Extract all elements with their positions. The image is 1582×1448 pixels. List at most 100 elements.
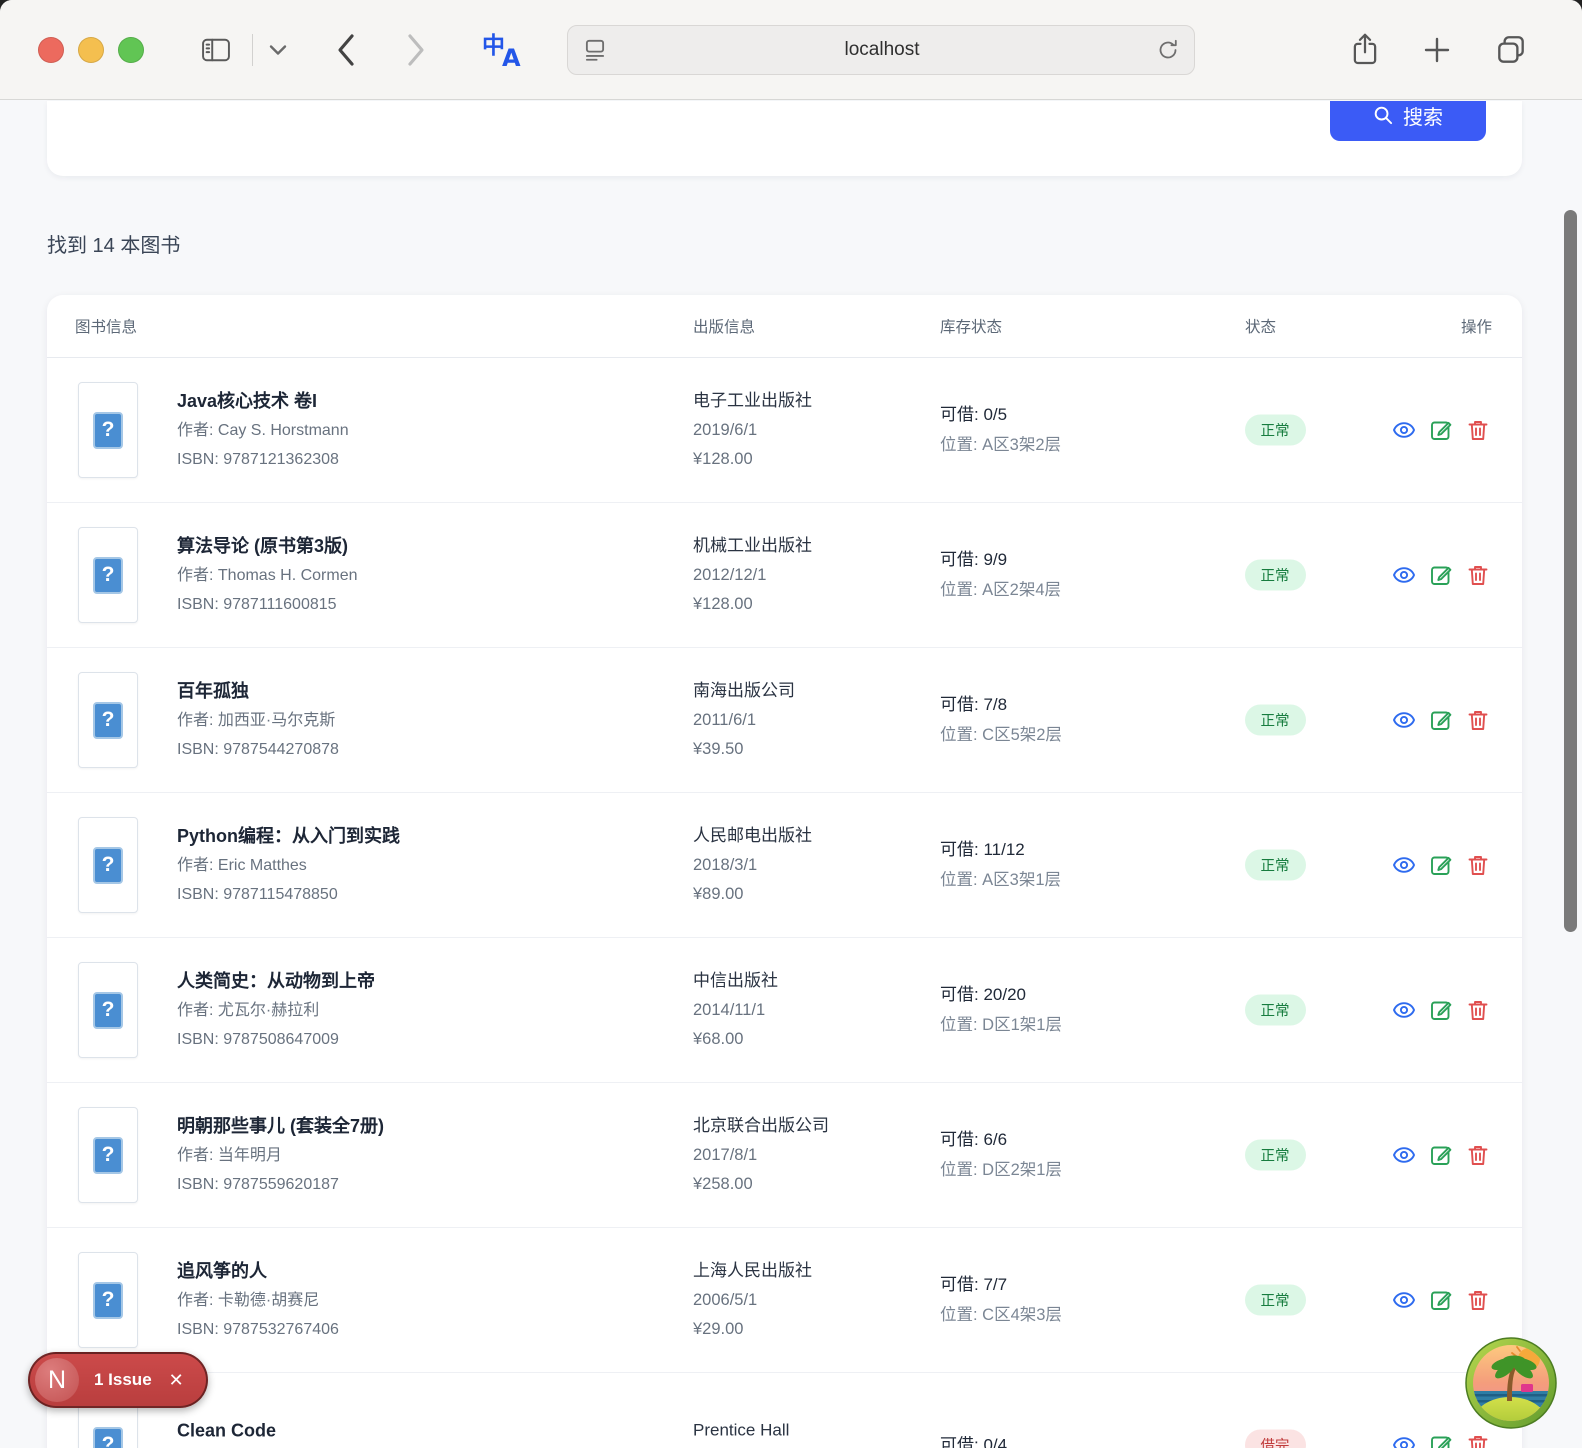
table-row: ? 算法导论 (原书第3版) 作者: Thomas H. Cormen ISBN… (47, 503, 1522, 648)
status-cell: 正常 (1210, 1139, 1340, 1171)
zoom-window-button[interactable] (118, 36, 144, 63)
broken-image-icon: ? (93, 411, 123, 449)
delete-button[interactable] (1466, 1288, 1490, 1312)
translate-icon[interactable]: 中A (481, 30, 523, 70)
delete-button[interactable] (1466, 1143, 1490, 1167)
status-cell: 正常 (1210, 414, 1340, 446)
table-row: ? 明朝那些事儿 (套装全7册) 作者: 当年明月 ISBN: 97875596… (47, 1083, 1522, 1228)
forward-button[interactable] (405, 32, 427, 68)
table-row: ? Clean Code 作者: Robert C. Martin Prenti… (47, 1373, 1522, 1448)
minimize-window-button[interactable] (78, 36, 104, 63)
edit-button[interactable] (1429, 708, 1453, 732)
book-cover-placeholder: ? (78, 817, 138, 913)
table-header: 图书信息 出版信息 库存状态 状态 操作 (47, 295, 1522, 358)
row-actions (1392, 1433, 1490, 1448)
header-publish-info: 出版信息 (693, 319, 756, 336)
status-badge: 正常 (1244, 704, 1306, 736)
publish-date: 2012/12/1 (693, 566, 767, 584)
row-actions (1392, 418, 1490, 442)
view-button[interactable] (1392, 853, 1416, 877)
vertical-scrollbar[interactable] (1564, 210, 1577, 932)
toolbar-divider (252, 33, 253, 66)
status-cell: 正常 (1210, 704, 1340, 736)
available-count: 可借: 7/7 (940, 1275, 1008, 1294)
view-button[interactable] (1392, 418, 1416, 442)
close-window-button[interactable] (38, 36, 64, 63)
book-author: 作者: Thomas H. Cormen (177, 567, 358, 584)
dev-issues-pill[interactable]: N 1 Issue ✕ (28, 1352, 208, 1408)
publish-date: 2017/8/1 (693, 1146, 758, 1164)
reload-icon[interactable] (1156, 38, 1180, 62)
book-author: 作者: 加西亚·马尔克斯 (177, 712, 336, 729)
available-count: 可借: 0/5 (940, 405, 1008, 424)
publish-info-cell: 机械工业出版社 2012/12/1 ¥128.00 (693, 531, 812, 619)
sidebar-toggle-icon[interactable] (200, 36, 232, 64)
book-table: 图书信息 出版信息 库存状态 状态 操作 ? Java核心技术 卷I 作者: C… (47, 295, 1522, 1448)
search-button-label: 搜索 (1403, 106, 1443, 129)
book-price: ¥128.00 (693, 595, 753, 613)
book-cover-placeholder: ? (78, 1252, 138, 1348)
book-price: ¥128.00 (693, 450, 753, 468)
status-cell: 借完 (1210, 1429, 1340, 1448)
edit-button[interactable] (1429, 1143, 1453, 1167)
delete-button[interactable] (1466, 853, 1490, 877)
sidebar-chevron-icon[interactable] (269, 44, 287, 56)
edit-button[interactable] (1429, 418, 1453, 442)
view-button[interactable] (1392, 708, 1416, 732)
search-button[interactable]: 搜索 (1330, 101, 1486, 141)
delete-button[interactable] (1466, 998, 1490, 1022)
available-count: 可借: 6/6 (940, 1130, 1008, 1149)
edit-button[interactable] (1429, 853, 1453, 877)
view-button[interactable] (1392, 998, 1416, 1022)
url-text[interactable]: localhost (608, 39, 1156, 61)
delete-button[interactable] (1466, 563, 1490, 587)
book-title: 追风筝的人 (177, 1261, 267, 1281)
table-body: ? Java核心技术 卷I 作者: Cay S. Horstmann ISBN:… (47, 358, 1522, 1448)
address-bar[interactable]: localhost (567, 24, 1195, 75)
row-actions (1392, 1143, 1490, 1167)
edit-button[interactable] (1429, 563, 1453, 587)
header-actions: 操作 (1460, 319, 1492, 336)
back-button[interactable] (335, 32, 357, 68)
stock-cell: 可借: 7/8 位置: C区5架2层 (940, 689, 1062, 751)
result-summary: 找到 14 本图书 (47, 235, 181, 257)
broken-image-icon: ? (93, 1426, 123, 1448)
broken-image-icon: ? (93, 846, 123, 884)
share-icon[interactable] (1350, 32, 1380, 68)
svg-text:A: A (502, 44, 521, 70)
book-price: ¥39.50 (693, 740, 744, 758)
book-isbn: ISBN: 9787508647009 (177, 1031, 339, 1048)
broken-image-icon: ? (93, 991, 123, 1029)
view-button[interactable] (1392, 563, 1416, 587)
edit-button[interactable] (1429, 998, 1453, 1022)
view-button[interactable] (1392, 1143, 1416, 1167)
delete-button[interactable] (1466, 418, 1490, 442)
publish-date: 2006/5/1 (693, 1291, 758, 1309)
page-content: 搜索 找到 14 本图书 图书信息 出版信息 库存状态 状态 操作 ? Java… (0, 101, 1582, 1448)
new-tab-icon[interactable] (1422, 35, 1452, 65)
delete-button[interactable] (1466, 708, 1490, 732)
edit-button[interactable] (1429, 1433, 1453, 1448)
book-info-cell: 百年孤独 作者: 加西亚·马尔克斯 ISBN: 9787544270878 (177, 676, 339, 764)
broken-image-icon: ? (93, 1136, 123, 1174)
view-button[interactable] (1392, 1288, 1416, 1312)
delete-button[interactable] (1466, 1433, 1490, 1448)
stock-cell: 可借: 0/5 位置: A区3架2层 (940, 399, 1061, 461)
page-format-icon[interactable] (582, 37, 608, 63)
view-button[interactable] (1392, 1433, 1416, 1448)
dismiss-issues-icon[interactable]: ✕ (167, 1370, 186, 1391)
edit-button[interactable] (1429, 1288, 1453, 1312)
available-count: 可借: 11/12 (940, 840, 1025, 859)
book-cover-placeholder: ? (78, 1107, 138, 1203)
publisher-name: 机械工业出版社 (693, 536, 812, 555)
table-row: ? 人类简史：从动物到上帝 作者: 尤瓦尔·赫拉利 ISBN: 97875086… (47, 938, 1522, 1083)
publish-info-cell: 电子工业出版社 2019/6/1 ¥128.00 (693, 386, 812, 474)
tab-overview-icon[interactable] (1494, 33, 1528, 67)
palm-island-app-icon[interactable] (1465, 1337, 1557, 1429)
book-title: 算法导论 (原书第3版) (177, 536, 348, 556)
stock-cell: 可借: 9/9 位置: A区2架4层 (940, 544, 1061, 606)
book-cover-placeholder: ? (78, 527, 138, 623)
shelf-location: 位置: D区1架1层 (940, 1016, 1062, 1034)
book-author: 作者: 当年明月 (177, 1147, 282, 1164)
book-title: 人类简史：从动物到上帝 (177, 971, 375, 991)
